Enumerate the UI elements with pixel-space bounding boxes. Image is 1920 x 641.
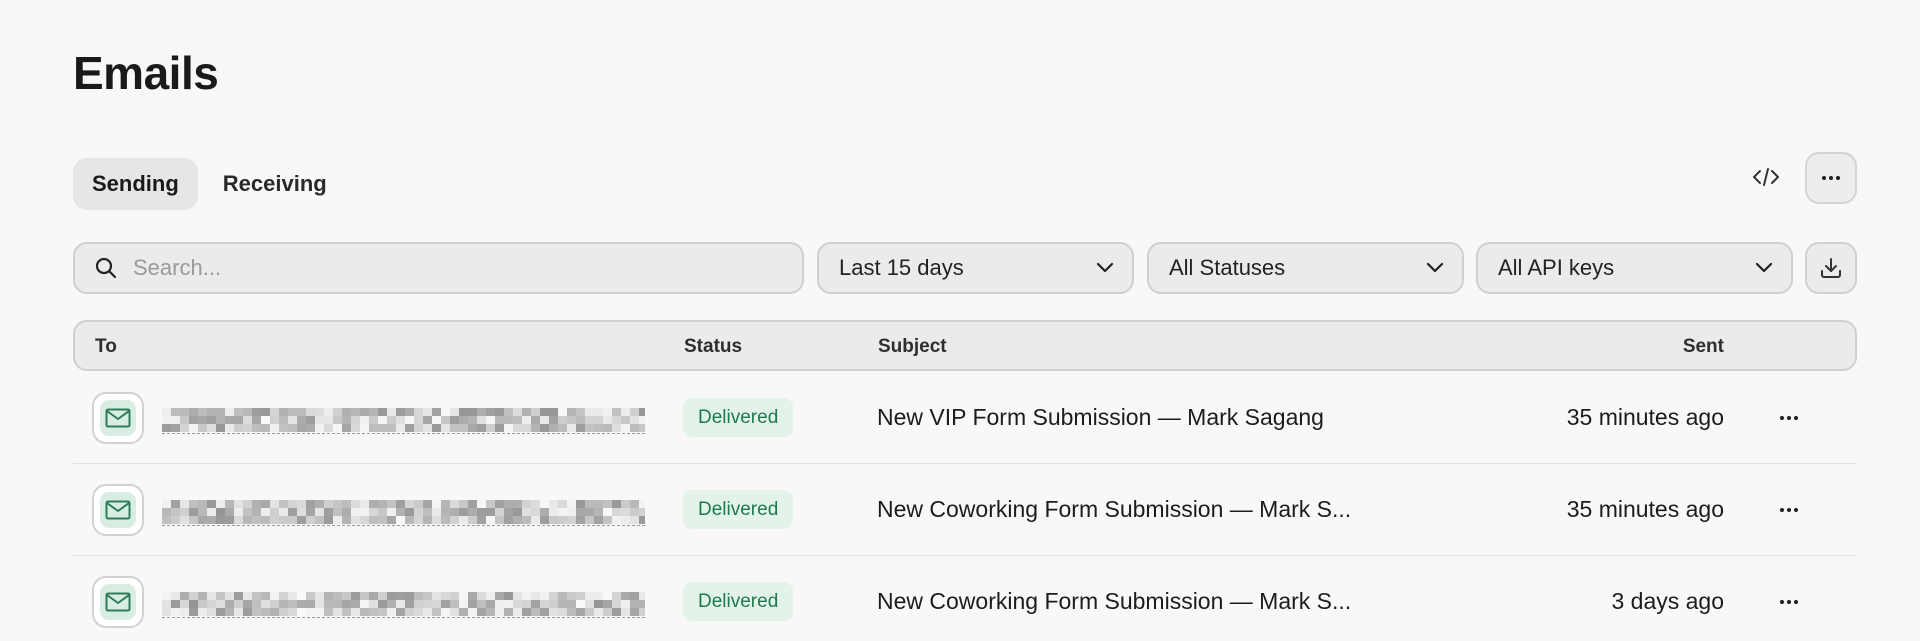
mail-icon	[92, 392, 144, 444]
tab-sending[interactable]: Sending	[73, 158, 198, 210]
row-more-button[interactable]	[1769, 402, 1809, 434]
search-box[interactable]	[73, 242, 804, 294]
tab-receiving[interactable]: Receiving	[204, 158, 346, 210]
tab-bar: Sending Receiving	[73, 158, 346, 210]
table-row[interactable]: Delivered New Coworking Form Submission …	[73, 556, 1857, 641]
column-header-subject[interactable]: Subject	[878, 336, 947, 358]
code-icon	[1753, 168, 1779, 186]
email-subject[interactable]: New Coworking Form Submission — Mark S..…	[877, 496, 1351, 523]
status-value: All Statuses	[1169, 255, 1286, 280]
mail-icon	[92, 484, 144, 536]
chevron-down-icon	[1096, 262, 1114, 273]
download-icon	[1821, 258, 1841, 278]
sent-time: 3 days ago	[1611, 588, 1724, 614]
email-subject[interactable]: New Coworking Form Submission — Mark S..…	[877, 588, 1351, 615]
recipient-email-redacted	[162, 494, 645, 526]
code-view-button[interactable]	[1744, 160, 1788, 194]
sent-time: 35 minutes ago	[1566, 404, 1724, 430]
table-header: To Status Subject Sent	[73, 320, 1857, 371]
column-header-to[interactable]: To	[95, 336, 117, 358]
more-horizontal-icon	[1780, 508, 1798, 512]
search-icon	[95, 257, 117, 279]
recipient-email-redacted	[162, 586, 645, 618]
status-badge: Delivered	[683, 582, 794, 621]
date-range-value: Last 15 days	[839, 255, 964, 280]
sent-time: 35 minutes ago	[1566, 496, 1724, 522]
chevron-down-icon	[1426, 262, 1444, 273]
download-button[interactable]	[1805, 242, 1857, 294]
status-badge: Delivered	[683, 398, 794, 437]
table-row[interactable]: Delivered New Coworking Form Submission …	[73, 464, 1857, 556]
email-subject[interactable]: New VIP Form Submission — Mark Sagang	[877, 404, 1324, 431]
more-horizontal-icon	[1780, 416, 1798, 420]
recipient-email-redacted	[162, 402, 645, 434]
chevron-down-icon	[1755, 262, 1773, 273]
mail-icon	[92, 576, 144, 628]
column-header-status[interactable]: Status	[684, 336, 742, 358]
search-input[interactable]	[133, 255, 753, 281]
column-header-sent[interactable]: Sent	[1683, 336, 1724, 358]
more-horizontal-icon	[1822, 176, 1840, 180]
row-more-button[interactable]	[1769, 586, 1809, 618]
more-options-button[interactable]	[1805, 152, 1857, 204]
date-range-select[interactable]: Last 15 days	[817, 242, 1134, 294]
api-keys-value: All API keys	[1498, 255, 1615, 280]
api-keys-select[interactable]: All API keys	[1476, 242, 1793, 294]
more-horizontal-icon	[1780, 600, 1798, 604]
row-more-button[interactable]	[1769, 494, 1809, 526]
page-title: Emails	[73, 47, 219, 99]
status-select[interactable]: All Statuses	[1147, 242, 1464, 294]
status-badge: Delivered	[683, 490, 794, 529]
table-row[interactable]: Delivered New VIP Form Submission — Mark…	[73, 372, 1857, 464]
